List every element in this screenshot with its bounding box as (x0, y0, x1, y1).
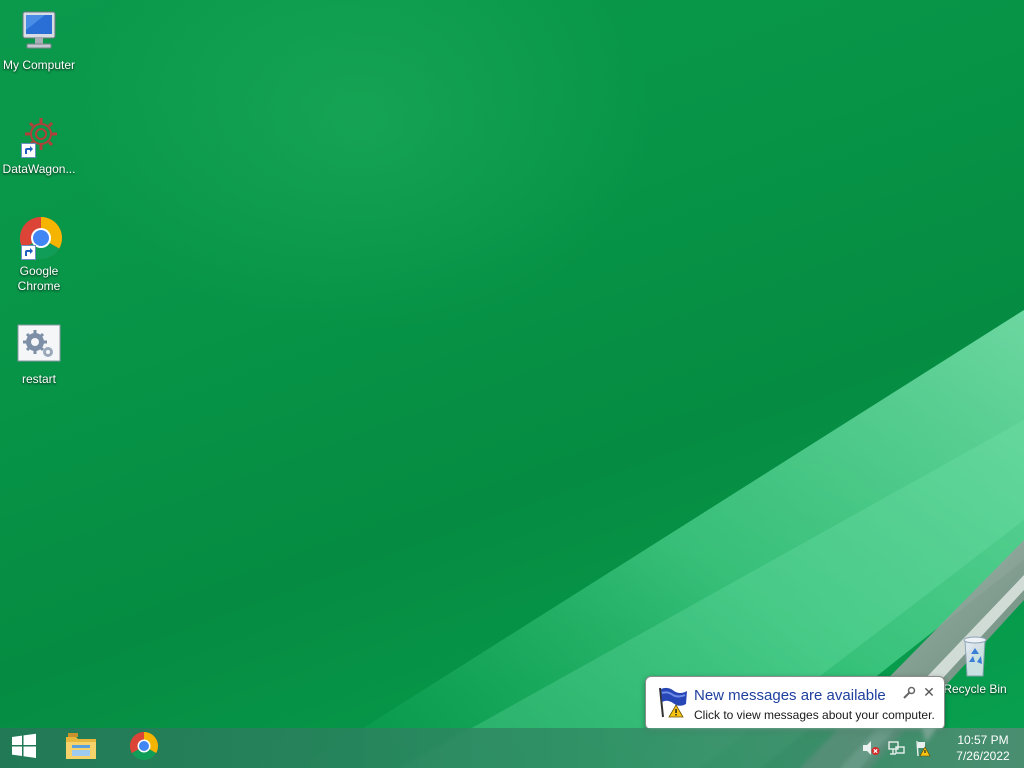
chrome-taskbar-button[interactable] (120, 728, 168, 768)
settings-gears-icon (15, 322, 63, 370)
desktop-icon-google-chrome[interactable]: Google Chrome (0, 214, 78, 294)
shortcut-arrow-icon (21, 245, 36, 260)
desktop-icon-restart[interactable]: restart (0, 322, 78, 387)
file-explorer-icon (64, 731, 98, 766)
network-icon[interactable] (886, 737, 908, 759)
computer-icon (15, 8, 63, 56)
taskbar: 10:57 PM 7/26/2022 (0, 728, 1024, 768)
file-explorer-button[interactable] (57, 728, 105, 768)
action-center-flag-icon (656, 685, 690, 719)
taskbar-clock[interactable]: 10:57 PM 7/26/2022 (942, 732, 1024, 764)
desktop-icon-my-computer[interactable]: My Computer (0, 8, 78, 73)
windows-start-icon (11, 733, 37, 764)
desktop[interactable]: My Computer DataWagon... Google Chrome r… (0, 0, 1024, 768)
desktop-icon-label: My Computer (2, 58, 76, 72)
chrome-icon (129, 731, 159, 766)
desktop-icon-label: Recycle Bin (943, 682, 1007, 696)
recycle-bin-icon (951, 632, 999, 680)
desktop-icon-label: Google Chrome (17, 264, 61, 293)
wrench-icon[interactable] (902, 686, 916, 700)
clock-date: 7/26/2022 (956, 749, 1010, 763)
wallpaper-gloss (300, 310, 1024, 768)
close-icon[interactable]: ✕ (922, 684, 936, 700)
datawagon-gear-icon (15, 112, 63, 160)
clock-time: 10:57 PM (957, 733, 1009, 747)
action-center-warning-icon[interactable] (912, 737, 934, 759)
volume-muted-icon[interactable] (860, 737, 882, 759)
chrome-icon (15, 214, 63, 262)
system-tray: 10:57 PM 7/26/2022 (858, 728, 1024, 768)
notification-title: New messages are available (694, 687, 886, 704)
notification-balloon[interactable]: New messages are available Click to view… (645, 676, 945, 743)
notification-text: Click to view messages about your comput… (694, 708, 935, 722)
desktop-icon-label: restart (21, 372, 56, 386)
desktop-icon-recycle-bin[interactable]: Recycle Bin (936, 632, 1014, 697)
desktop-icon-datawagon[interactable]: DataWagon... (0, 112, 78, 177)
shortcut-arrow-icon (21, 143, 36, 158)
start-button[interactable] (0, 728, 48, 768)
desktop-icon-label: DataWagon... (2, 162, 76, 176)
